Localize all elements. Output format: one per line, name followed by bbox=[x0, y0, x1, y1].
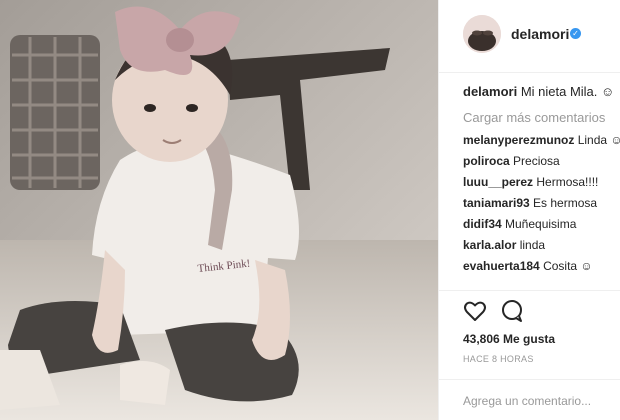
list-item: melanyperezmunoz Linda ☺ bbox=[463, 133, 620, 154]
comment-username[interactable]: karla.alor bbox=[463, 238, 516, 252]
verified-badge-icon: ✓ bbox=[570, 28, 581, 39]
heart-icon[interactable] bbox=[463, 299, 487, 323]
comment-username[interactable]: taniamari93 bbox=[463, 196, 530, 210]
caption-text: Mi nieta Mila. ☺ bbox=[520, 84, 615, 99]
post-header: delamori ✓ bbox=[439, 0, 620, 73]
list-item: didif34 Muñequisima bbox=[463, 217, 620, 238]
list-item: karla.alor linda bbox=[463, 238, 620, 259]
list-item: luuu__perez Hermosa!!!! bbox=[463, 175, 620, 196]
comment-text: Preciosa bbox=[513, 154, 560, 168]
add-comment-bar: Agrega un comentario... bbox=[439, 379, 620, 420]
list-item: poliroca Preciosa bbox=[463, 154, 620, 175]
comment-username[interactable]: poliroca bbox=[463, 154, 510, 168]
comment-text: Hermosa!!!! bbox=[536, 175, 599, 189]
comment-text: Muñequisima bbox=[505, 217, 577, 231]
post-caption: delamori Mi nieta Mila. ☺ bbox=[463, 84, 614, 99]
comment-username[interactable]: evahuerta184 bbox=[463, 259, 540, 273]
post-actions: 43,806 Me gusta HACE 8 HORAS Agrega un c… bbox=[439, 290, 620, 411]
comment-text: linda bbox=[519, 238, 546, 252]
baby-photo-image: Think Pink! bbox=[0, 0, 438, 420]
caption-username[interactable]: delamori bbox=[463, 84, 517, 99]
comment-input[interactable]: Agrega un comentario... bbox=[463, 394, 591, 408]
likes-count[interactable]: 43,806 Me gusta bbox=[463, 332, 555, 346]
load-more-comments-link[interactable]: Cargar más comentarios bbox=[463, 110, 605, 125]
comment-text: Linda ☺ bbox=[577, 133, 620, 147]
comment-username[interactable]: melanyperezmunoz bbox=[463, 133, 574, 147]
post-author-username[interactable]: delamori bbox=[511, 26, 569, 42]
comment-username[interactable]: didif34 bbox=[463, 217, 502, 231]
comment-username[interactable]: luuu__perez bbox=[463, 175, 533, 189]
list-item: evahuerta184 Cosita ☺ bbox=[463, 259, 620, 280]
post-photo[interactable]: Think Pink! bbox=[0, 0, 438, 420]
comment-text: Cosita ☺ bbox=[543, 259, 593, 273]
comments-list: melanyperezmunoz Linda ☺ poliroca Precio… bbox=[463, 133, 620, 280]
post-side-panel: delamori ✓ delamori Mi nieta Mila. ☺ Car… bbox=[438, 0, 620, 420]
list-item: taniamari93 Es hermosa bbox=[463, 196, 620, 217]
comment-icon[interactable] bbox=[500, 299, 524, 323]
comment-text: Es hermosa bbox=[533, 196, 598, 210]
avatar[interactable] bbox=[463, 15, 501, 53]
post-timestamp: HACE 8 HORAS bbox=[463, 354, 534, 364]
